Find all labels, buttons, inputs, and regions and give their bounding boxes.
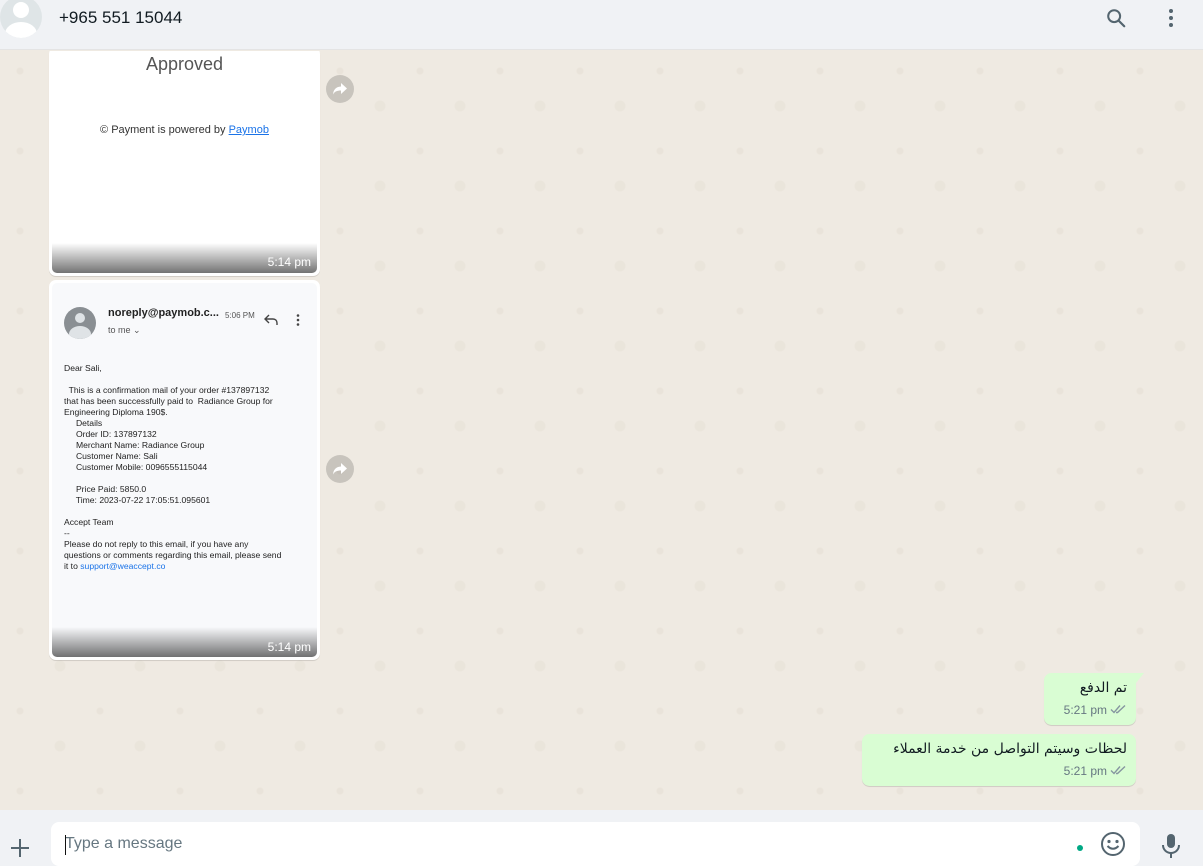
forward-icon[interactable] [326, 455, 354, 483]
emoji-icon[interactable] [1100, 831, 1126, 857]
reply-icon [264, 314, 278, 329]
powered-by-text: © Payment is powered by Paymob [100, 124, 269, 136]
email-avatar [64, 307, 96, 339]
message-text: لحظات وسيتم التواصل من خدمة العملاء [893, 741, 1127, 757]
chat-area: Approved © Payment is powered by Paymob … [0, 51, 1203, 809]
email-screenshot-image: noreply@paymob.c... 5:06 PM to me ⌄ Dear… [52, 283, 317, 657]
outgoing-message[interactable]: تم الدفع 5:21 pm [1044, 673, 1144, 725]
forward-icon[interactable] [326, 75, 354, 103]
attach-plus-icon[interactable] [8, 836, 32, 860]
message-time: 5:14 pm [267, 640, 311, 654]
microphone-icon[interactable] [1159, 832, 1183, 860]
message-text: تم الدفع [1079, 680, 1127, 696]
search-icon[interactable] [1104, 6, 1128, 30]
message-time: 5:14 pm [267, 255, 311, 269]
message-composer [0, 810, 1203, 866]
image-message[interactable]: Approved © Payment is powered by Paymob … [49, 51, 320, 276]
chat-header: +965 551 15044 [0, 0, 1203, 50]
message-input[interactable] [65, 830, 1045, 858]
read-ticks-icon [1110, 703, 1127, 717]
email-sender: noreply@paymob.c... [108, 307, 219, 319]
email-recipient: to me ⌄ [108, 325, 141, 335]
outgoing-message[interactable]: لحظات وسيتم التواصل من خدمة العملاء 5:21… [862, 734, 1136, 786]
paymob-link: Paymob [228, 124, 269, 136]
image-message[interactable]: noreply@paymob.c... 5:06 PM to me ⌄ Dear… [49, 280, 320, 660]
payment-receipt-image: Approved © Payment is powered by Paymob … [52, 51, 317, 273]
more-vert-icon [296, 314, 300, 329]
message-time: 5:21 pm [1063, 764, 1107, 778]
approved-text: Approved [145, 54, 224, 74]
contact-name[interactable]: +965 551 15044 [59, 8, 182, 28]
support-email-link: support@weaccept.co [80, 561, 166, 571]
status-dot [1077, 845, 1083, 851]
contact-avatar[interactable] [0, 0, 42, 38]
email-body: Dear Sali, This is a confirmation mail o… [64, 363, 282, 571]
menu-dots-icon[interactable] [1159, 6, 1183, 30]
message-input-box [51, 822, 1140, 866]
message-time: 5:21 pm [1063, 703, 1107, 717]
email-time: 5:06 PM [225, 311, 255, 320]
read-ticks-icon [1110, 764, 1127, 778]
